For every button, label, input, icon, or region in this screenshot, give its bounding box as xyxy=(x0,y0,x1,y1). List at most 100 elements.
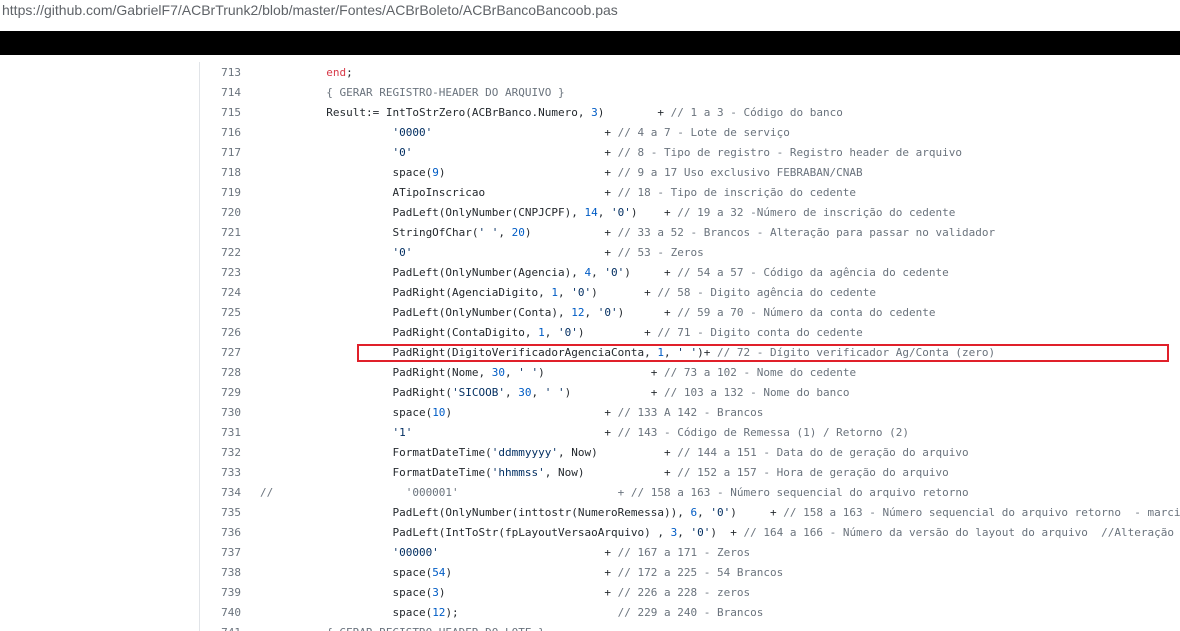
line-number[interactable]: 715 xyxy=(200,103,241,123)
address-bar-url[interactable]: https://github.com/GabrielF7/ACBrTrunk2/… xyxy=(0,0,1180,22)
line-code: { GERAR REGISTRO-HEADER DO LOTE } xyxy=(260,623,545,631)
code-token: PadLeft(OnlyNumber(inttostr(NumeroRemess… xyxy=(260,506,691,519)
code-token: 12 xyxy=(432,606,446,619)
code-token: 9 xyxy=(432,166,439,179)
code-line: 736 PadLeft(IntToStr(fpLayoutVersaoArqui… xyxy=(200,523,1180,543)
code-token: ' ' xyxy=(677,346,698,359)
code-line: 727 PadRight(DigitoVerificadorAgenciaCon… xyxy=(200,343,1180,363)
line-number[interactable]: 723 xyxy=(200,263,241,283)
code-token: // 1 a 3 - Código do banco xyxy=(670,106,843,119)
code-token: '1' xyxy=(260,426,413,439)
code-token: PadLeft(OnlyNumber(Agencia), xyxy=(260,266,585,279)
code-line: 715 Result:= IntToStrZero(ACBrBanco.Nume… xyxy=(200,103,1180,123)
code-token: , xyxy=(591,266,605,279)
code-token: ; xyxy=(346,66,353,79)
line-number[interactable]: 717 xyxy=(200,143,241,163)
code-token: ); xyxy=(445,606,618,619)
code-viewer: 713 end; 714 { GERAR REGISTRO-HEADER DO A… xyxy=(200,62,1180,631)
line-code: PadLeft(IntToStr(fpLayoutVersaoArquivo) … xyxy=(260,523,1180,543)
code-line: 714 { GERAR REGISTRO-HEADER DO ARQUIVO } xyxy=(200,83,1180,103)
code-token: // 33 a 52 - Brancos - Alteração para pa… xyxy=(617,226,996,239)
line-number[interactable]: 732 xyxy=(200,443,241,463)
line-code: // '000001' + // 158 a 163 - Número sequ… xyxy=(260,483,969,503)
code-token: , xyxy=(584,306,598,319)
code-token: ) + xyxy=(564,386,665,399)
line-number[interactable]: 714 xyxy=(200,83,241,103)
line-code: PadLeft(OnlyNumber(CNPJCPF), 14, '0') + … xyxy=(260,203,955,223)
line-code: PadRight('SICOOB', 30, ' ') + // 103 a 1… xyxy=(260,383,849,403)
line-number[interactable]: 729 xyxy=(200,383,241,403)
line-code: space(54) + // 172 a 225 - 54 Brancos xyxy=(260,563,783,583)
code-token: '0' xyxy=(260,146,413,159)
code-token: ) + xyxy=(445,566,618,579)
code-token: ) + xyxy=(597,106,671,119)
line-number[interactable]: 718 xyxy=(200,163,241,183)
line-code: space(10) + // 133 A 142 - Brancos xyxy=(260,403,763,423)
line-number[interactable]: 719 xyxy=(200,183,241,203)
line-code: PadLeft(OnlyNumber(inttostr(NumeroRemess… xyxy=(260,503,1180,523)
code-line: 735 PadLeft(OnlyNumber(inttostr(NumeroRe… xyxy=(200,503,1180,523)
code-token: PadRight(ContaDigito, xyxy=(260,326,539,339)
line-code: PadRight(Nome, 30, ' ') + // 73 a 102 - … xyxy=(260,363,856,383)
line-number[interactable]: 738 xyxy=(200,563,241,583)
code-line: 716 '0000' + // 4 a 7 - Lote de serviço xyxy=(200,123,1180,143)
code-line: 730 space(10) + // 133 A 142 - Brancos xyxy=(200,403,1180,423)
line-number[interactable]: 728 xyxy=(200,363,241,383)
code-line: 718 space(9) + // 9 a 17 Uso exclusivo F… xyxy=(200,163,1180,183)
line-code: space(12); // 229 a 240 - Brancos xyxy=(260,603,763,623)
code-line: 723 PadLeft(OnlyNumber(Agencia), 4, '0')… xyxy=(200,263,1180,283)
line-number[interactable]: 720 xyxy=(200,203,241,223)
line-code: Result:= IntToStrZero(ACBrBanco.Numero, … xyxy=(260,103,843,123)
code-token: ) + xyxy=(710,526,744,539)
code-token: , xyxy=(558,286,572,299)
code-token: , xyxy=(505,386,519,399)
code-token: , Now) + xyxy=(558,446,678,459)
code-token: , xyxy=(505,366,519,379)
code-line: 737 '00000' + // 167 a 171 - Zeros xyxy=(200,543,1180,563)
code-token: // 54 a 57 - Código da agência do cedent… xyxy=(677,266,949,279)
line-number[interactable]: 727 xyxy=(200,343,241,363)
line-number[interactable]: 713 xyxy=(200,63,241,83)
line-number[interactable]: 735 xyxy=(200,503,241,523)
code-token: ) + xyxy=(438,586,618,599)
code-line: 733 FormatDateTime('hhmmss', Now) + // 1… xyxy=(200,463,1180,483)
code-token: space( xyxy=(260,166,433,179)
code-token: + xyxy=(412,246,618,259)
code-token: FormatDateTime( xyxy=(260,446,492,459)
line-number[interactable]: 722 xyxy=(200,243,241,263)
code-token: StringOfChar( xyxy=(260,226,479,239)
code-token: // 172 a 225 - 54 Brancos xyxy=(617,566,784,579)
line-code: PadLeft(OnlyNumber(Conta), 12, '0') + //… xyxy=(260,303,935,323)
line-number[interactable]: 724 xyxy=(200,283,241,303)
line-code: end; xyxy=(260,63,353,83)
line-code: space(9) + // 9 a 17 Uso exclusivo FEBRA… xyxy=(260,163,862,183)
code-token: // 229 a 240 - Brancos xyxy=(617,606,764,619)
code-line: 725 PadLeft(OnlyNumber(Conta), 12, '0') … xyxy=(200,303,1180,323)
line-number[interactable]: 737 xyxy=(200,543,241,563)
line-number[interactable]: 740 xyxy=(200,603,241,623)
line-number[interactable]: 734 xyxy=(200,483,241,503)
code-line: 739 space(3) + // 226 a 228 - zeros xyxy=(200,583,1180,603)
line-number[interactable]: 726 xyxy=(200,323,241,343)
line-number[interactable]: 731 xyxy=(200,423,241,443)
code-token: '0' xyxy=(611,206,631,219)
code-token: 3 xyxy=(432,586,439,599)
line-code: FormatDateTime('ddmmyyyy', Now) + // 144… xyxy=(260,443,968,463)
line-number[interactable]: 716 xyxy=(200,123,241,143)
code-token: PadRight(DigitoVerificadorAgenciaConta, xyxy=(260,346,658,359)
code-token: FormatDateTime( xyxy=(260,466,492,479)
line-number[interactable]: 733 xyxy=(200,463,241,483)
line-number[interactable]: 739 xyxy=(200,583,241,603)
code-token: ) + xyxy=(538,366,665,379)
line-number[interactable]: 730 xyxy=(200,403,241,423)
line-number[interactable]: 741 xyxy=(200,623,241,631)
code-token: ATipoInscricao + xyxy=(260,186,618,199)
code-token: PadLeft(OnlyNumber(CNPJCPF), xyxy=(260,206,585,219)
line-number[interactable]: 736 xyxy=(200,523,241,543)
code-token: ) + xyxy=(630,206,678,219)
line-number[interactable]: 721 xyxy=(200,223,241,243)
code-line: 740 space(12); // 229 a 240 - Brancos xyxy=(200,603,1180,623)
code-line: 734 // '000001' + // 158 a 163 - Número s… xyxy=(200,483,1180,503)
code-token: ) + xyxy=(577,326,658,339)
line-number[interactable]: 725 xyxy=(200,303,241,323)
